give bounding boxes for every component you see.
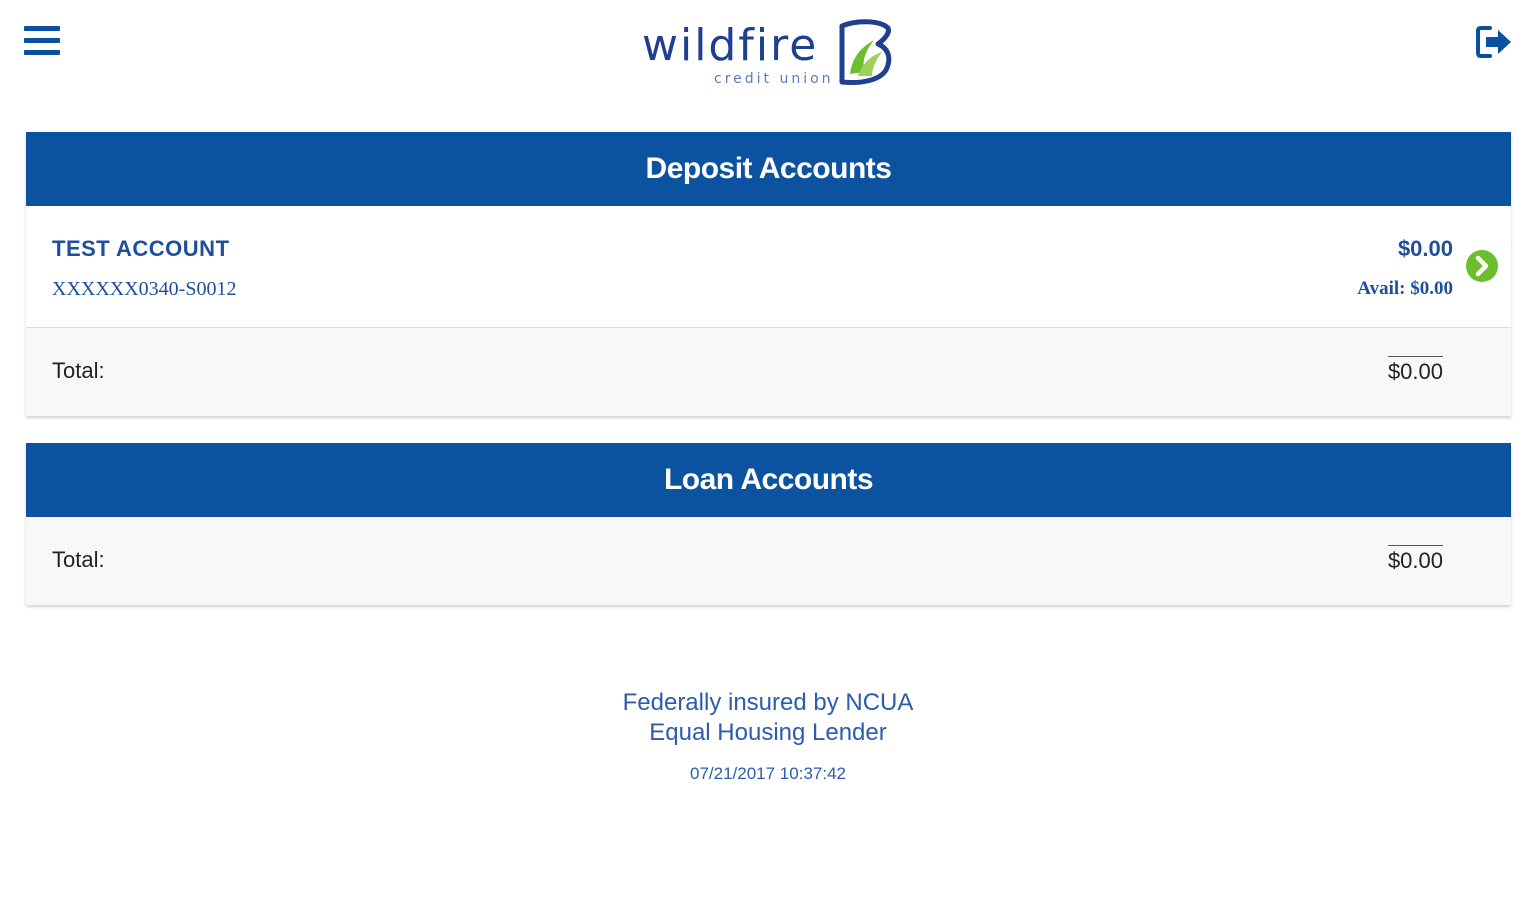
deposit-total-row: Total: $0.00 <box>26 328 1511 416</box>
deposit-accounts-panel: Deposit Accounts TEST ACCOUNT XXXXXX0340… <box>26 132 1511 416</box>
wildfire-logo: wildfire credit union <box>640 18 900 92</box>
account-number: XXXXXX0340-S0012 <box>52 278 237 300</box>
total-label: Total: <box>52 547 105 572</box>
app-page: wildfire credit union Deposit Accounts T… <box>0 0 1536 900</box>
account-name: TEST ACCOUNT <box>52 236 230 261</box>
total-value: $0.00 <box>1387 545 1443 574</box>
logo-flame-mark-icon <box>839 19 892 85</box>
account-row[interactable]: TEST ACCOUNT XXXXXX0340-S0012 $0.00 Avai… <box>26 206 1511 328</box>
account-available-balance: Avail: $0.00 <box>1357 278 1453 299</box>
loan-accounts-title: Loan Accounts <box>26 443 1511 517</box>
logo-wordmark: wildfire <box>642 20 819 71</box>
equal-housing-notice: Equal Housing Lender <box>649 719 887 746</box>
logo-subtitle: credit union <box>714 71 834 87</box>
top-bar: wildfire credit union <box>0 0 1536 110</box>
loan-accounts-panel: Loan Accounts Total: $0.00 <box>26 443 1511 605</box>
footer: Federally insured by NCUA Equal Housing … <box>0 688 1536 784</box>
total-label: Total: <box>52 358 105 383</box>
hamburger-menu-icon[interactable] <box>22 24 62 60</box>
deposit-accounts-title: Deposit Accounts <box>26 132 1511 206</box>
ncua-notice: Federally insured by NCUA <box>622 689 914 716</box>
chevron-right-circle-icon[interactable] <box>1465 249 1499 283</box>
total-value: $0.00 <box>1387 356 1443 385</box>
loan-total-row: Total: $0.00 <box>26 517 1511 605</box>
account-balance: $0.00 <box>1397 236 1453 261</box>
sign-out-icon[interactable] <box>1474 22 1514 62</box>
last-updated-timestamp: 07/21/2017 10:37:42 <box>690 764 846 783</box>
